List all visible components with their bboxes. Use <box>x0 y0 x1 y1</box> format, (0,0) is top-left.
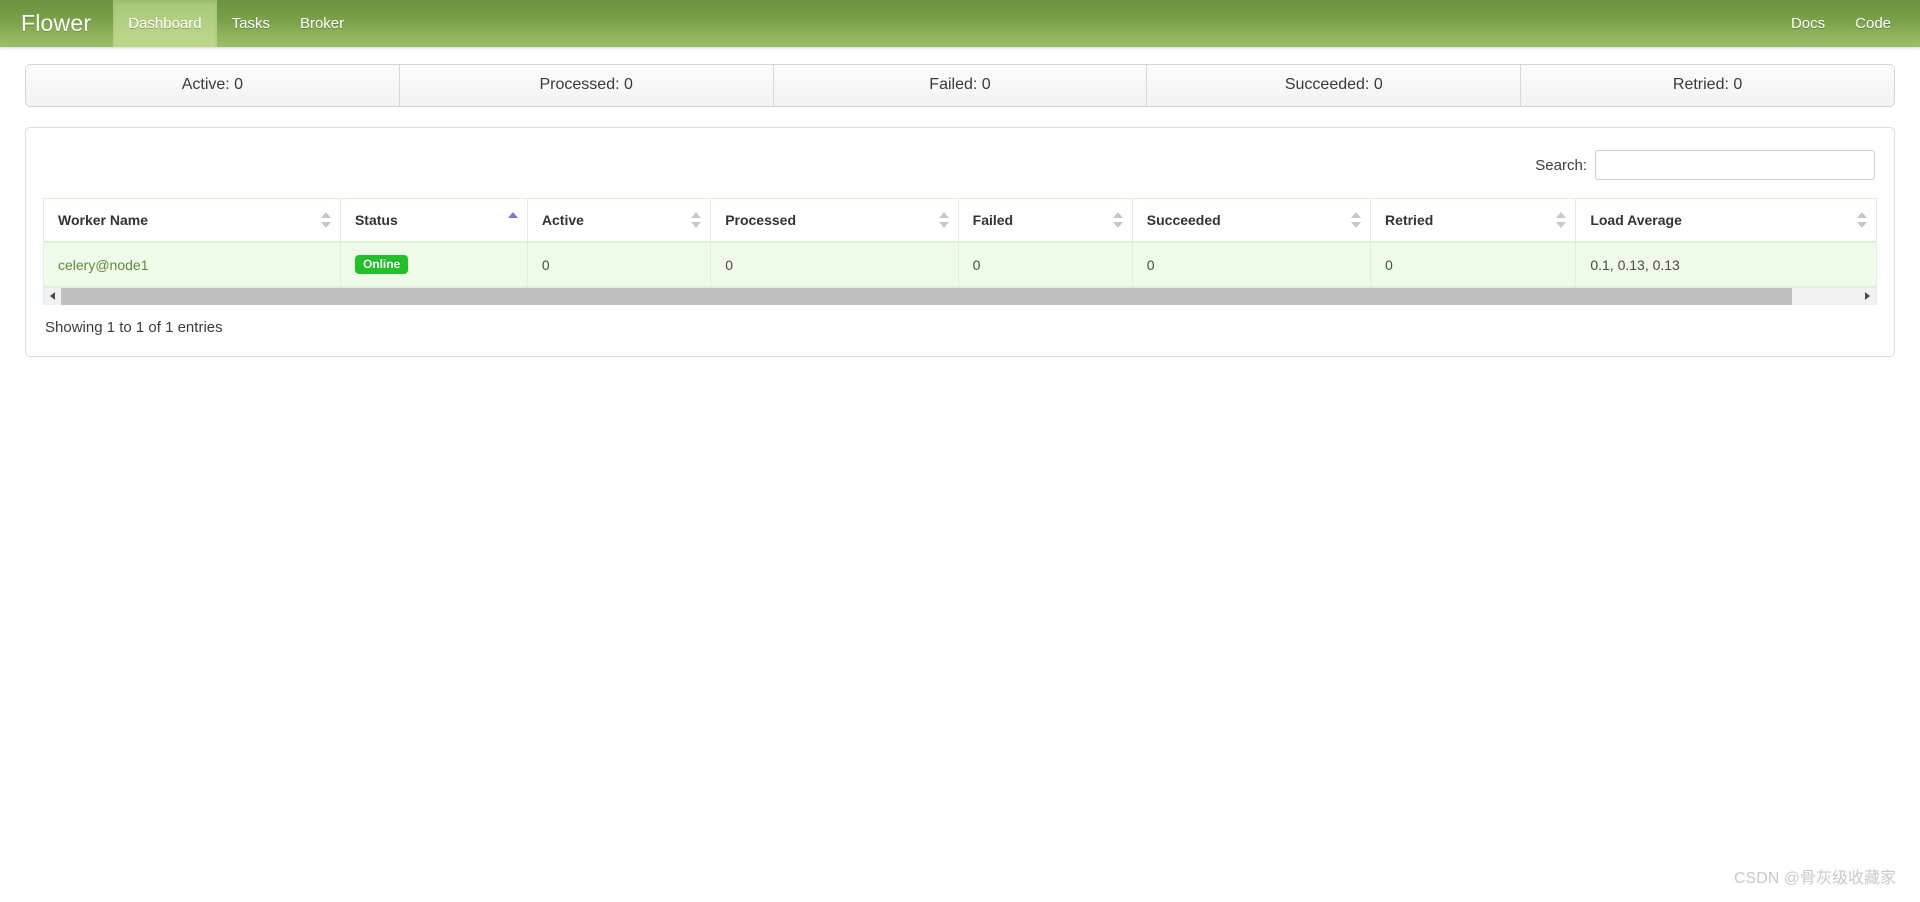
search-input[interactable] <box>1595 150 1875 180</box>
nav-item-broker[interactable]: Broker <box>285 0 359 47</box>
column-header-succeeded[interactable]: Succeeded <box>1132 198 1372 243</box>
sort-both-icon[interactable] <box>1857 211 1867 229</box>
stats-bar-container: Active: 0 Processed: 0 Failed: 0 Succeed… <box>0 47 1920 107</box>
workers-table: Worker Name Status Active Processed Fail… <box>43 198 1877 287</box>
column-label: Load Average <box>1590 212 1682 228</box>
sort-both-icon[interactable] <box>1351 211 1362 229</box>
nav-item-docs[interactable]: Docs <box>1776 0 1840 47</box>
cell-load-average: 0.1, 0.13, 0.13 <box>1575 242 1877 287</box>
column-label: Failed <box>972 212 1014 228</box>
workers-panel-container: Search: Worker Name Status Active Proces… <box>0 107 1920 357</box>
sort-both-icon[interactable] <box>320 211 331 229</box>
chevron-left-icon[interactable] <box>44 287 61 305</box>
scrollbar-track[interactable] <box>61 287 1859 305</box>
table-row[interactable]: celery@node1 Online 0 0 0 0 0 0.1, 0.13,… <box>43 242 1877 287</box>
cell-failed: 0 <box>958 242 1133 287</box>
column-header-failed[interactable]: Failed <box>958 198 1133 243</box>
chevron-right-icon[interactable] <box>1859 287 1876 305</box>
column-label: Active <box>541 212 584 228</box>
cell-worker-name: celery@node1 <box>43 242 341 287</box>
watermark: CSDN @骨灰级收藏家 <box>1733 870 1896 887</box>
cell-retried: 0 <box>1370 242 1577 287</box>
scrollbar-thumb[interactable] <box>61 287 1793 305</box>
column-header-processed[interactable]: Processed <box>710 198 959 243</box>
stat-failed[interactable]: Failed: 0 <box>773 65 1148 106</box>
stat-succeeded[interactable]: Succeeded: 0 <box>1147 65 1522 106</box>
stat-retried[interactable]: Retried: 0 <box>1521 65 1894 106</box>
search-row: Search: <box>43 146 1877 198</box>
table-info: Showing 1 to 1 of 1 entries <box>45 319 223 336</box>
sort-asc-icon[interactable] <box>507 211 518 229</box>
cell-status: Online <box>340 242 528 287</box>
cell-succeeded: 0 <box>1132 242 1372 287</box>
top-navbar: Flower Dashboard Tasks Broker Docs Code <box>0 0 1920 47</box>
brand-logo[interactable]: Flower <box>0 0 113 47</box>
stats-bar: Active: 0 Processed: 0 Failed: 0 Succeed… <box>25 64 1895 107</box>
cell-processed: 0 <box>710 242 959 287</box>
sort-both-icon[interactable] <box>1556 211 1567 229</box>
table-header-row: Worker Name Status Active Processed Fail… <box>43 198 1877 243</box>
column-label: Succeeded <box>1146 212 1221 228</box>
column-label: Status <box>354 212 398 228</box>
column-header-retried[interactable]: Retried <box>1370 198 1577 243</box>
worker-link[interactable]: celery@node1 <box>58 257 149 273</box>
sort-both-icon[interactable] <box>1112 211 1123 229</box>
sort-both-icon[interactable] <box>938 211 949 229</box>
search-label: Search: <box>1535 156 1587 174</box>
workers-table-body: celery@node1 Online 0 0 0 0 0 0.1, 0.13,… <box>43 242 1877 287</box>
workers-panel: Search: Worker Name Status Active Proces… <box>25 127 1895 357</box>
primary-nav: Dashboard Tasks Broker <box>113 0 359 47</box>
column-header-active[interactable]: Active <box>527 198 712 243</box>
stat-active[interactable]: Active: 0 <box>26 65 400 106</box>
secondary-nav: Docs Code <box>1776 0 1920 47</box>
nav-item-tasks[interactable]: Tasks <box>217 0 285 47</box>
workers-table-scroll: Worker Name Status Active Processed Fail… <box>43 198 1877 288</box>
stat-processed[interactable]: Processed: 0 <box>399 65 774 106</box>
horizontal-scrollbar[interactable] <box>43 287 1877 305</box>
column-header-load-average[interactable]: Load Average <box>1575 198 1877 243</box>
column-header-status[interactable]: Status <box>340 198 528 243</box>
status-badge: Online <box>354 255 409 274</box>
column-label: Worker Name <box>58 212 149 228</box>
workers-table-head: Worker Name Status Active Processed Fail… <box>43 198 1877 243</box>
cell-active: 0 <box>527 242 712 287</box>
nav-item-dashboard[interactable]: Dashboard <box>113 0 217 47</box>
column-label: Processed <box>725 212 797 228</box>
column-label: Retried <box>1385 212 1434 228</box>
column-header-worker-name[interactable]: Worker Name <box>43 198 341 243</box>
nav-item-code[interactable]: Code <box>1840 0 1906 47</box>
sort-both-icon[interactable] <box>691 211 702 229</box>
